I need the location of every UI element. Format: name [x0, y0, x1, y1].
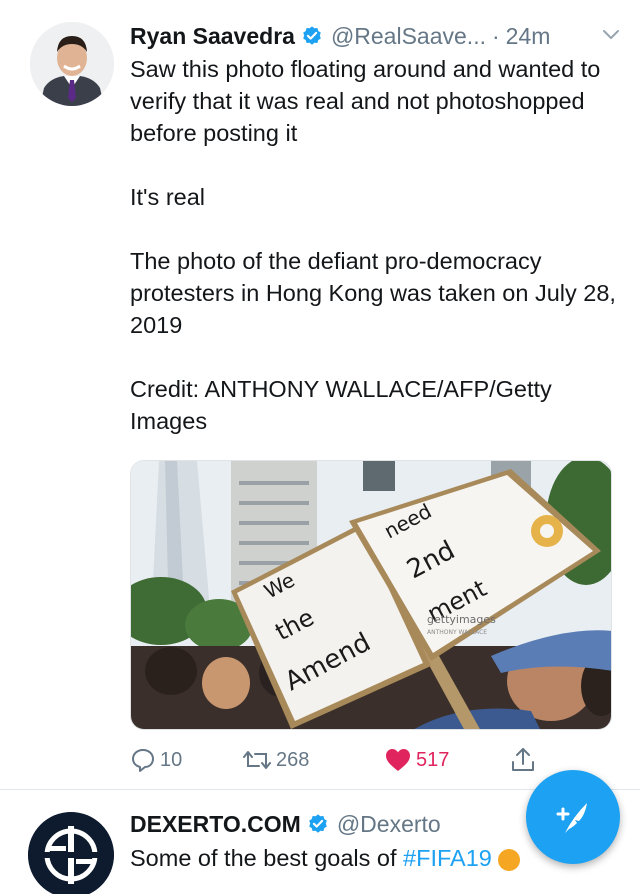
retweet-button[interactable]: 268 — [242, 742, 309, 778]
verified-badge-icon — [303, 26, 321, 45]
compose-tweet-icon — [556, 803, 587, 833]
verified-badge-icon — [309, 814, 327, 833]
watermark: gettyimages — [427, 613, 496, 626]
next-tweet-header: DEXERTO.COM @Dexerto — [130, 808, 441, 840]
watermark-credit: ANTHONY WALLACE — [427, 629, 487, 636]
tweet-paragraph: It's real — [130, 184, 206, 210]
chevron-down-icon[interactable] — [602, 28, 620, 42]
protest-photo: We the Amend need 2nd ment gettyimages A… — [131, 461, 611, 729]
tweet-text: Saw this photo floating around and wante… — [130, 53, 620, 437]
dexerto-avatar[interactable] — [28, 812, 114, 894]
tweet-photo[interactable]: We the Amend need 2nd ment gettyimages A… — [130, 460, 612, 730]
tweet-paragraph: The photo of the defiant pro-democracy p… — [130, 248, 616, 338]
tweet-header: Ryan Saavedra @RealSaave... · 24m — [130, 18, 620, 54]
author-handle[interactable]: @RealSaave... — [331, 23, 486, 50]
heart-icon — [386, 749, 410, 771]
separator: · — [491, 22, 500, 49]
like-button[interactable]: 517 — [384, 742, 449, 778]
retweet-icon — [243, 751, 271, 769]
tweet-paragraph: Saw this photo floating around and wante… — [130, 56, 601, 146]
like-count: 517 — [416, 748, 450, 771]
tweet-actions: 10 268 517 — [130, 742, 610, 778]
author-avatar[interactable] — [30, 22, 114, 106]
hashtag-link[interactable]: #FIFA19 — [403, 845, 492, 871]
next-author-name[interactable]: DEXERTO.COM — [130, 811, 301, 838]
next-tweet-text: Some of the best goals of #FIFA19 — [130, 842, 520, 874]
dexerto-logo-icon — [28, 812, 114, 894]
next-author-handle[interactable]: @Dexerto — [337, 811, 441, 838]
timestamp[interactable]: 24m — [506, 23, 551, 50]
compose-tweet-button[interactable] — [526, 770, 620, 864]
reply-count: 10 — [160, 748, 183, 771]
next-tweet-prefix: Some of the best goals of — [130, 845, 404, 871]
emoji-icon — [497, 848, 520, 871]
author-name[interactable]: Ryan Saavedra — [130, 23, 295, 50]
tweet-paragraph: Credit: ANTHONY WALLACE/AFP/Getty Images — [130, 376, 552, 434]
reply-button[interactable]: 10 — [130, 742, 182, 778]
reply-icon — [132, 749, 154, 772]
tweet[interactable]: Ryan Saavedra @RealSaave... · 24m Saw th… — [0, 0, 640, 790]
retweet-count: 268 — [276, 748, 310, 771]
share-icon — [512, 748, 534, 771]
avatar-image — [30, 22, 114, 106]
share-button[interactable] — [510, 742, 540, 778]
